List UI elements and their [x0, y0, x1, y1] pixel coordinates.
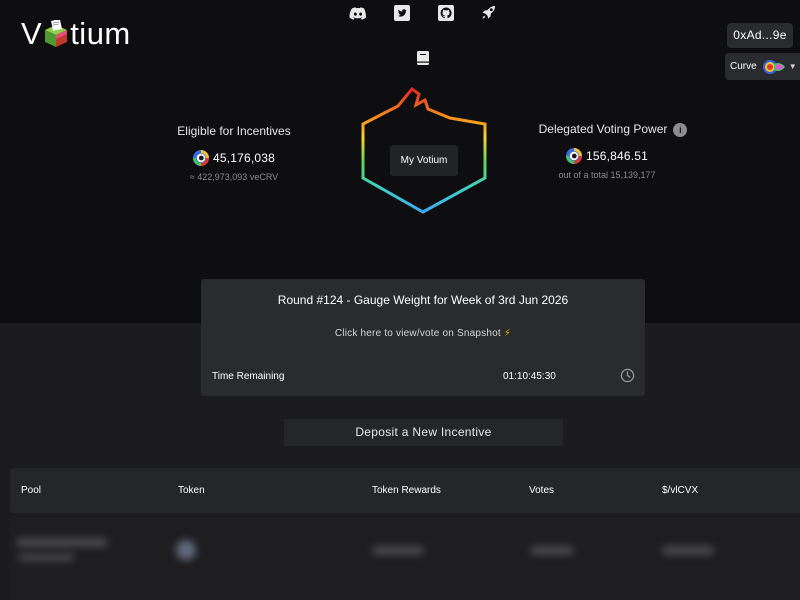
network-selector[interactable]: Curve ▼ [725, 53, 800, 80]
my-votium-button[interactable]: My Votium [390, 145, 458, 176]
snapshot-link[interactable]: Click here to view/vote on Snapshot ⚡ [201, 328, 645, 339]
column-header-usd-per-vlcvx[interactable]: $/vlCVX [662, 485, 698, 496]
cvx-token-icon [565, 147, 582, 164]
column-header-votes[interactable]: Votes [529, 485, 554, 496]
table-row-loading [10, 518, 800, 600]
column-header-pool[interactable]: Pool [21, 485, 41, 496]
eligible-value: 45,176,038 [212, 151, 276, 165]
round-title: Round #124 - Gauge Weight for Week of 3r… [277, 293, 569, 307]
eligible-value-row: 45,176,038 [166, 150, 302, 166]
time-remaining-label: Time Remaining [212, 371, 285, 382]
loading-placeholder [662, 546, 714, 555]
github-icon[interactable] [438, 5, 454, 21]
cvx-token-icon [192, 150, 209, 166]
loading-placeholder [176, 540, 196, 560]
delegated-label-row: Delegated Voting Power i [528, 122, 698, 137]
lightning-icon: ⚡ [503, 328, 512, 339]
loading-placeholder [18, 554, 74, 561]
twitter-icon[interactable] [394, 5, 410, 21]
incentives-table-header: Pool Token Token Rewards Votes $/vlCVX [10, 468, 800, 513]
wallet-address-button[interactable]: 0xAd...9e [727, 23, 793, 48]
ballot-box-icon [45, 20, 68, 47]
delegated-value: 156,846.51 [585, 148, 649, 163]
logo-text-right: tium [70, 16, 131, 51]
eligible-sub: ≈ 422,973,093 veCRV [189, 172, 279, 182]
clock-icon [620, 368, 635, 383]
loading-placeholder [16, 538, 108, 547]
eligible-incentives-stat: Eligible for Incentives 45,176,038 ≈ 422… [166, 124, 302, 182]
rocket-icon[interactable] [481, 5, 496, 20]
loading-placeholder [372, 546, 424, 555]
deposit-incentive-button[interactable]: Deposit a New Incentive [284, 419, 563, 446]
delegated-voting-power-stat: Delegated Voting Power i 156,846.51 out o… [528, 122, 698, 180]
loading-placeholder [530, 546, 574, 555]
column-header-token-rewards[interactable]: Token Rewards [372, 485, 441, 496]
curve-logo-icon [762, 59, 785, 74]
network-label: Curve [730, 61, 757, 72]
logo-text-left: V [21, 16, 43, 51]
discord-icon[interactable] [349, 6, 367, 22]
votium-logo[interactable]: V tium [21, 14, 131, 54]
round-card: Round #124 - Gauge Weight for Week of 3r… [201, 279, 645, 396]
time-remaining-value: 01:10:45:30 [503, 371, 556, 382]
delegated-value-row: 156,846.51 [516, 147, 698, 164]
eligible-label: Eligible for Incentives [177, 124, 291, 138]
delegated-sub: out of a total 15,139,177 [558, 169, 656, 180]
chevron-down-icon: ▼ [788, 62, 797, 71]
info-icon[interactable]: i [673, 122, 688, 137]
book-icon[interactable] [415, 50, 431, 66]
delegated-label: Delegated Voting Power [538, 122, 668, 136]
snapshot-link-text: Click here to view/vote on Snapshot [334, 328, 501, 339]
column-header-token[interactable]: Token [178, 485, 205, 496]
